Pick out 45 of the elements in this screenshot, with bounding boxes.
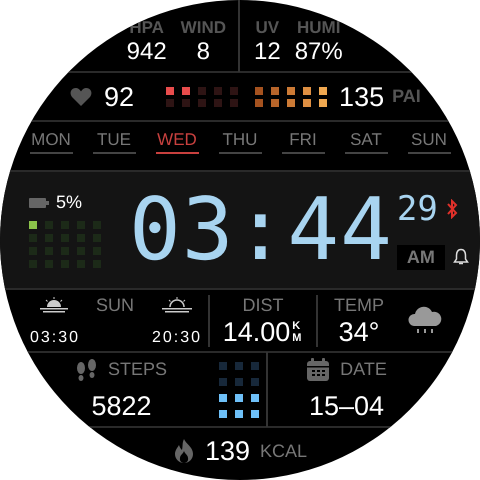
calendar-icon — [306, 358, 330, 382]
weekday-label: SAT — [344, 130, 388, 154]
distance-unit: KM — [292, 320, 302, 344]
calories-value: 139 — [204, 435, 250, 467]
pai-label: PAI — [392, 86, 421, 107]
heart-icon — [70, 86, 92, 106]
weekday-label: THU — [218, 130, 262, 154]
date-value: 15–04 — [308, 390, 384, 422]
weather-value: 8 — [196, 38, 210, 66]
calories-unit: KCAL — [260, 440, 308, 462]
weather-value: 12 — [254, 38, 281, 66]
heart-rate-value: 92 — [104, 80, 134, 112]
sunset-icon — [162, 297, 192, 313]
battery-reading: 5% — [56, 192, 82, 213]
weekday-label: WED — [156, 130, 198, 154]
rain-cloud-icon — [408, 306, 442, 336]
weather-value: 942 — [126, 38, 167, 66]
weather-label: HUMI — [297, 18, 340, 38]
weather-label: UV — [256, 18, 280, 38]
weekday-label: MON — [30, 130, 72, 154]
footprints-icon — [76, 358, 98, 382]
date-label: DATE — [340, 359, 387, 380]
weekday-label: FRI — [282, 130, 324, 154]
sunset-time: 20:30 — [152, 328, 202, 346]
battery-icon — [29, 198, 49, 208]
sunrise-icon — [40, 297, 68, 313]
flame-icon — [172, 438, 195, 464]
weather-label: WIND — [180, 18, 226, 38]
am-pm-indicator: AM — [396, 244, 445, 270]
seconds-display: 29 — [396, 190, 438, 226]
distance-label: DIST — [242, 294, 284, 316]
temperature-value: 34° — [338, 316, 380, 348]
weekday-label: TUE — [92, 130, 136, 154]
distance-value: 14.00 — [222, 316, 290, 348]
weekday-label: SUN — [408, 130, 450, 154]
bluetooth-icon — [446, 198, 458, 218]
steps-label: STEPS — [108, 359, 167, 380]
time-display: 03:44 — [129, 185, 393, 275]
pai-value: 135 — [339, 80, 384, 112]
sunrise-time: 03:30 — [30, 328, 80, 346]
steps-value: 5822 — [91, 390, 152, 422]
weather-value: 87% — [294, 38, 343, 66]
temperature-label: TEMP — [334, 294, 384, 316]
bell-icon — [452, 248, 469, 266]
sun-label: SUN — [96, 294, 134, 316]
